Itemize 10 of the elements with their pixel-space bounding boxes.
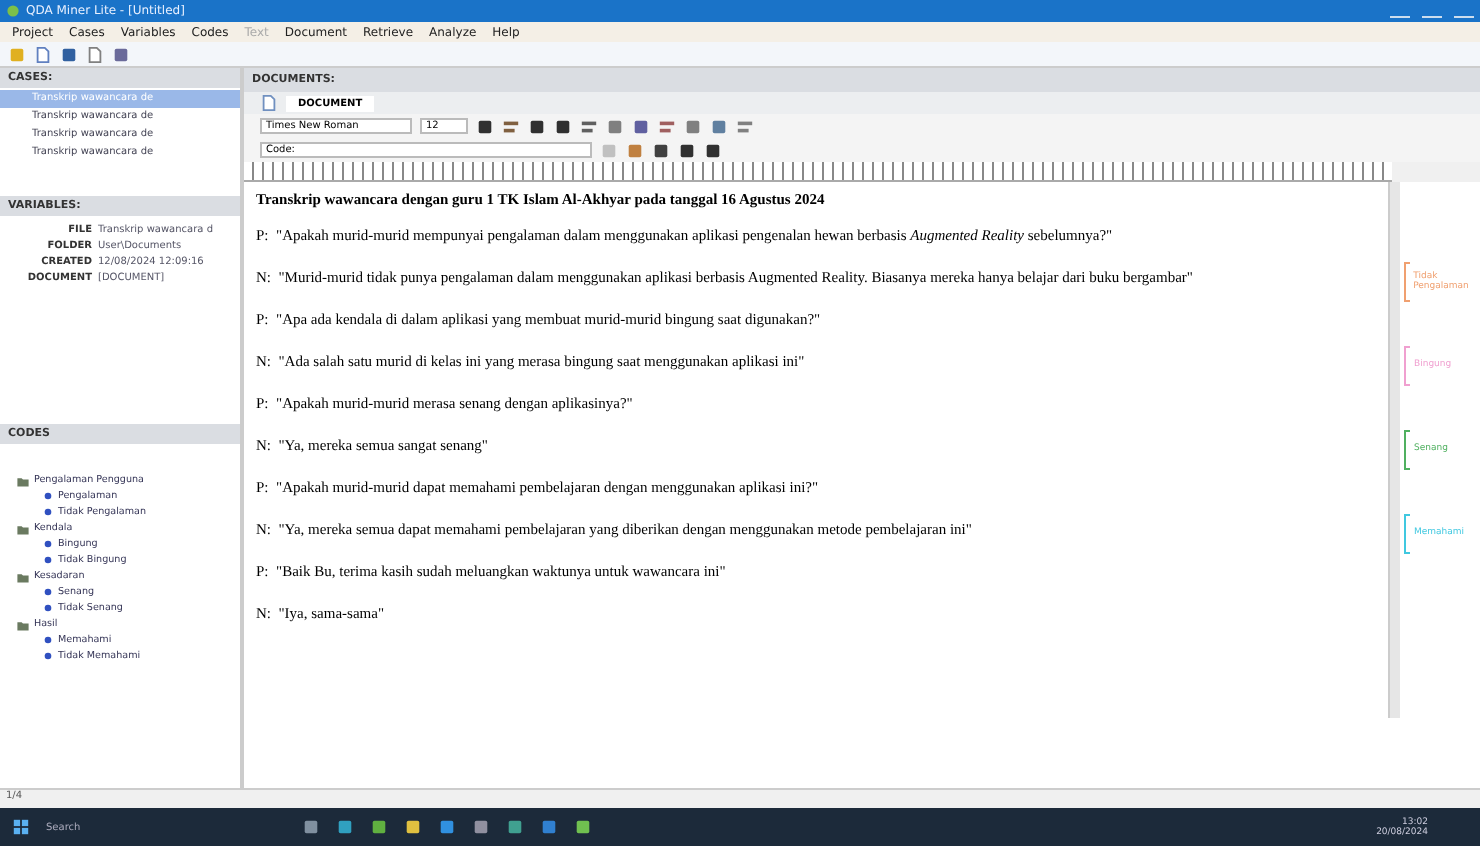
app-icon <box>6 4 20 18</box>
format-icon[interactable] <box>580 117 598 135</box>
folder-icon <box>16 617 30 631</box>
folder-icon <box>16 569 30 583</box>
folder-icon <box>16 521 30 535</box>
start-icon[interactable] <box>12 818 30 836</box>
format-icon[interactable] <box>502 117 520 135</box>
folder-icon <box>16 473 30 487</box>
scrollbar[interactable] <box>1388 182 1400 718</box>
format-icon[interactable] <box>476 117 494 135</box>
